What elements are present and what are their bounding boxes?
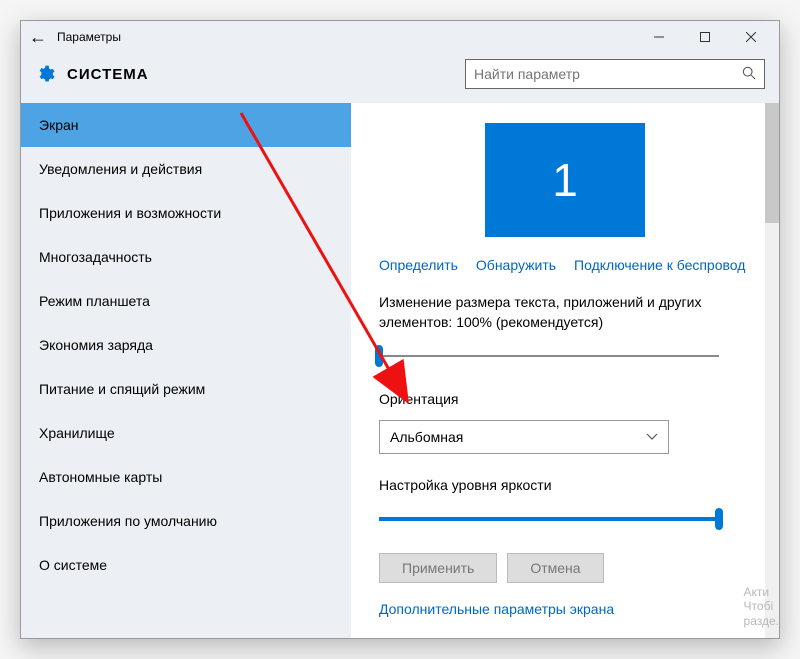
sidebar: Экран Уведомления и действия Приложения … <box>21 103 351 638</box>
sidebar-item-tablet[interactable]: Режим планшета <box>21 279 351 323</box>
close-button[interactable] <box>731 23 771 51</box>
minimize-icon <box>654 32 664 42</box>
monitor-number: 1 <box>552 153 578 207</box>
gear-icon <box>35 64 55 84</box>
subheader: СИСТЕМА <box>21 53 779 103</box>
activation-watermark: Акти Чтобі разде. <box>744 585 779 628</box>
content-panel: 1 Определить Обнаружить Подключение к бе… <box>351 103 779 638</box>
maximize-icon <box>700 32 710 42</box>
sidebar-item-multitasking[interactable]: Многозадачность <box>21 235 351 279</box>
back-button[interactable]: ← <box>29 27 57 48</box>
sidebar-item-power[interactable]: Питание и спящий режим <box>21 367 351 411</box>
sidebar-item-storage[interactable]: Хранилище <box>21 411 351 455</box>
brightness-slider[interactable] <box>379 505 719 533</box>
display-links: Определить Обнаружить Подключение к бесп… <box>379 257 751 273</box>
search-icon <box>742 66 756 83</box>
sidebar-item-about[interactable]: О системе <box>21 543 351 587</box>
close-icon <box>746 32 756 42</box>
orientation-value: Альбомная <box>390 429 646 445</box>
orientation-dropdown[interactable]: Альбомная <box>379 420 669 454</box>
cancel-button[interactable]: Отмена <box>507 553 603 583</box>
identify-link[interactable]: Обнаружить <box>476 257 556 273</box>
search-input[interactable] <box>474 66 742 82</box>
titlebar: ← Параметры <box>21 21 779 53</box>
sidebar-item-battery[interactable]: Экономия заряда <box>21 323 351 367</box>
scale-label: Изменение размера текста, приложений и д… <box>379 293 751 332</box>
scale-slider[interactable] <box>379 342 719 370</box>
body: Экран Уведомления и действия Приложения … <box>21 103 779 638</box>
sidebar-item-notifications[interactable]: Уведомления и действия <box>21 147 351 191</box>
settings-window: ← Параметры СИСТЕМА Экран <box>20 20 780 639</box>
window-title: Параметры <box>57 30 639 44</box>
sidebar-item-display[interactable]: Экран <box>21 103 351 147</box>
slider-thumb[interactable] <box>375 345 383 367</box>
section-title: СИСТЕМА <box>67 66 149 83</box>
minimize-button[interactable] <box>639 23 679 51</box>
scrollbar-thumb[interactable] <box>765 103 779 223</box>
slider-fill <box>379 517 719 521</box>
window-controls <box>639 23 771 51</box>
scrollbar[interactable] <box>765 103 779 638</box>
slider-track <box>379 355 719 357</box>
slider-thumb[interactable] <box>715 508 723 530</box>
chevron-down-icon <box>646 430 658 444</box>
advanced-display-link[interactable]: Дополнительные параметры экрана <box>379 601 751 617</box>
sidebar-item-default-apps[interactable]: Приложения по умолчанию <box>21 499 351 543</box>
monitor-preview[interactable]: 1 <box>485 123 645 237</box>
detect-link[interactable]: Определить <box>379 257 458 273</box>
apply-button[interactable]: Применить <box>379 553 497 583</box>
sidebar-item-maps[interactable]: Автономные карты <box>21 455 351 499</box>
sidebar-item-apps[interactable]: Приложения и возможности <box>21 191 351 235</box>
search-box[interactable] <box>465 59 765 89</box>
orientation-label: Ориентация <box>379 390 751 410</box>
maximize-button[interactable] <box>685 23 725 51</box>
brightness-label: Настройка уровня яркости <box>379 476 751 496</box>
button-row: Применить Отмена <box>379 553 751 583</box>
wireless-link[interactable]: Подключение к беспровод <box>574 257 745 273</box>
